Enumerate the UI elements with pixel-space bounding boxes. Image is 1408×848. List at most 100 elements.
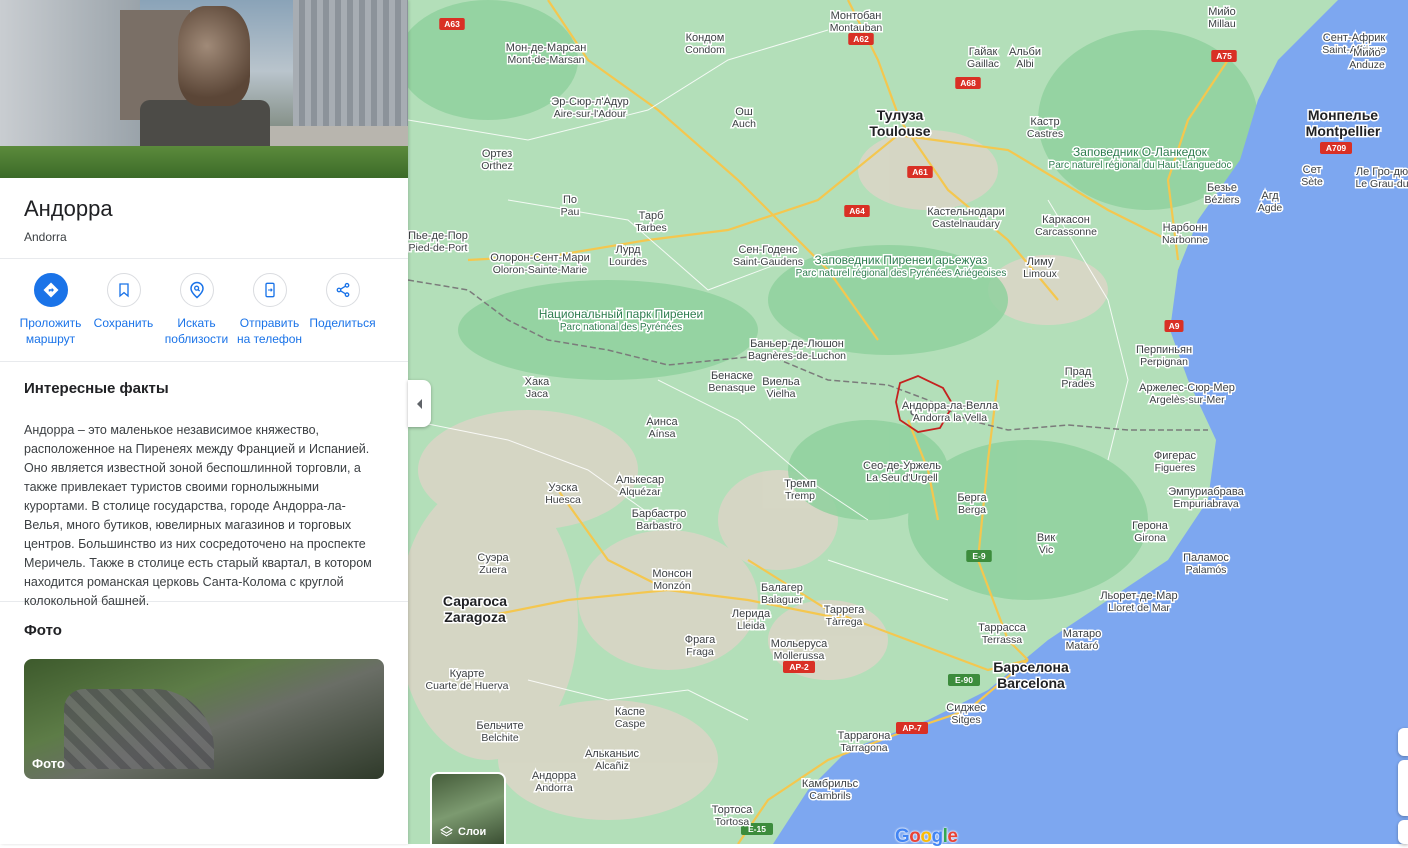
map-label-local: Mont-de-Marsan bbox=[507, 54, 584, 66]
place-hero-photo[interactable] bbox=[0, 0, 408, 178]
map-label-ru: Перпиньян bbox=[1136, 344, 1192, 356]
map-place-label: БарселонаBarcelona bbox=[992, 658, 1071, 693]
map-place-label: МатароMataró bbox=[1061, 627, 1102, 654]
map-label-local: Argelès-sur-Mer bbox=[1149, 394, 1225, 406]
map-place-label: КастрCastres bbox=[1025, 115, 1064, 142]
map-label-local: Vic bbox=[1039, 544, 1053, 556]
map-label-ru: Пье-де-Пор bbox=[408, 230, 468, 242]
hero-grass bbox=[0, 146, 408, 178]
map-label-ru: Андорра-ла-Велла bbox=[902, 400, 999, 412]
facts-heading: Интересные факты bbox=[24, 380, 169, 397]
map-label-local: Castres bbox=[1027, 128, 1063, 140]
map-label-ru: Лиму bbox=[1027, 256, 1054, 268]
map-place-label: БарбастроBarbastro bbox=[630, 507, 687, 534]
directions-button[interactable]: Проложить маршрут bbox=[14, 273, 87, 351]
map-label-local: Toulouse bbox=[869, 123, 930, 139]
map-place-label: КаспеCaspe bbox=[613, 705, 647, 732]
layers-label-row: Слои bbox=[440, 825, 486, 838]
map-label-local: Sète bbox=[1301, 176, 1323, 188]
map-label-local: Pied-de-Port bbox=[409, 242, 468, 254]
map-label-ru: Монсон bbox=[652, 568, 691, 580]
map-label-local: Sitges bbox=[951, 714, 980, 726]
map-place-label: ПоPau bbox=[559, 193, 581, 220]
map-place-label: Ле Гро-дюLe Grau-du bbox=[1354, 165, 1408, 192]
map-place-label: ТулузаToulouse bbox=[868, 106, 932, 141]
facts-section: Интересные факты Андорра – это маленькое… bbox=[0, 362, 408, 608]
map-label-local: Alcañiz bbox=[595, 760, 629, 772]
map-label-ru: Эр-Сюр-л'Адур bbox=[551, 96, 628, 108]
road-shield-text: A62 bbox=[853, 34, 869, 44]
chevron-left-icon bbox=[416, 398, 422, 409]
map-label-local: Millau bbox=[1208, 18, 1236, 30]
map-place-label: Баньер-де-ЛюшонBagnères-de-Luchon bbox=[746, 337, 847, 364]
map-svg: A63 A62 A68 A75 A709 A61 A64 A9 E-9 E-90 AP-2 AP-7 E… bbox=[408, 0, 1408, 844]
action-bar: Проложить маршрут Сохранить Искать побли… bbox=[0, 259, 408, 362]
map-label-ru: Лурд bbox=[615, 244, 641, 256]
map-canvas[interactable]: A63 A62 A68 A75 A709 A61 A64 A9 E-9 E-90 AP-2 AP-7 E… bbox=[408, 0, 1408, 844]
map-label-local: Le Grau-du bbox=[1355, 178, 1408, 190]
map-label-local: Mataró bbox=[1066, 640, 1099, 652]
map-label-local: Tarragona bbox=[840, 742, 887, 754]
map-place-label: ФигерасFigueres bbox=[1152, 449, 1198, 476]
map-label-local: Parc naturel régional du Haut-Languedoc bbox=[1049, 160, 1232, 171]
map-label-ru: Эмпуриабрава bbox=[1168, 486, 1244, 498]
map-place-label: КондомCondom bbox=[684, 31, 727, 58]
road-shield: A62 bbox=[848, 33, 874, 45]
save-button[interactable]: Сохранить bbox=[87, 273, 160, 351]
map-label-ru: Заповедник О-Ланкедок bbox=[1073, 145, 1208, 159]
map-place-label: Заповедник О-ЛанкедокParc naturel région… bbox=[1047, 144, 1233, 173]
road-shield-text: A9 bbox=[1169, 321, 1180, 331]
map-label-ru: Бенаске bbox=[711, 370, 753, 382]
map-label-ru: Лерида bbox=[732, 608, 771, 620]
map-label-ru: Каспе bbox=[615, 706, 645, 718]
map-label-ru: Герона bbox=[1132, 520, 1169, 532]
layers-button[interactable]: Слои bbox=[430, 772, 506, 844]
photo-card-label: Фото bbox=[32, 756, 65, 771]
map-label-local: Anduze bbox=[1349, 59, 1385, 71]
map-label-ru: Сео-де-Уржель bbox=[863, 460, 941, 472]
map-place-label: ВиельаVielha bbox=[761, 375, 802, 402]
map-label-local: Tortosa bbox=[715, 816, 750, 828]
map-label-local: Figueres bbox=[1155, 462, 1196, 474]
pegman-control[interactable] bbox=[1398, 820, 1408, 844]
map-place-label: МонсонMonzón bbox=[651, 567, 693, 594]
map-place-label: БергаBerga bbox=[956, 491, 989, 518]
map-place-label: БенаскеBenasque bbox=[707, 369, 757, 396]
map-place-label: Эр-Сюр-л'АдурAire-sur-l'Adour bbox=[550, 95, 630, 122]
map-label-local: Tarbes bbox=[635, 222, 667, 234]
map-label-ru: Тремп bbox=[784, 478, 816, 490]
map-place-label: СуэраZuera bbox=[476, 551, 511, 578]
map-label-local: Auch bbox=[732, 118, 756, 130]
map-label-ru: Тортоса bbox=[712, 804, 753, 816]
zoom-control[interactable] bbox=[1398, 760, 1408, 816]
map-place-label: ОртезOrthez bbox=[480, 147, 515, 174]
road-shield-text: AP-7 bbox=[902, 723, 922, 733]
map-place-label: Льорет-де-МарLloret de Mar bbox=[1099, 589, 1179, 616]
map-label-local: Huesca bbox=[545, 494, 581, 506]
layers-label: Слои bbox=[458, 825, 487, 838]
map-place-label: ЛимуLimoux bbox=[1022, 255, 1060, 282]
compass-control[interactable] bbox=[1398, 728, 1408, 756]
map-place-label: ОшAuch bbox=[731, 105, 758, 132]
map-label-ru: Фигерас bbox=[1154, 450, 1197, 462]
map-label-ru: Вик bbox=[1037, 532, 1055, 544]
map-label-ru: Сарагоса bbox=[443, 593, 507, 609]
map-label-ru: Ош bbox=[735, 106, 753, 118]
map-label-ru: Прад bbox=[1065, 366, 1092, 378]
map-label-ru: Сен-Годенс bbox=[738, 244, 798, 256]
map-place-label: СарагосаZaragoza bbox=[441, 592, 508, 627]
map-place-label: Сен-ГоденсSaint-Gaudens bbox=[731, 243, 804, 270]
map-place-label: ПаламосPalamós bbox=[1182, 551, 1231, 578]
map-label-local: Jaca bbox=[526, 388, 548, 400]
collapse-panel-button[interactable] bbox=[408, 380, 431, 427]
nearby-search-button[interactable]: Искать поблизости bbox=[160, 273, 233, 351]
map-label-local: Alquézar bbox=[619, 486, 661, 498]
map-label-local: Cambrils bbox=[809, 790, 850, 802]
map-label-local: Prades bbox=[1061, 378, 1094, 390]
map-label-ru: Балагер bbox=[761, 582, 803, 594]
map-label-local: Castelnaudary bbox=[932, 218, 1000, 230]
share-button[interactable]: Поделиться bbox=[306, 273, 379, 351]
photo-card[interactable]: Фото bbox=[24, 659, 384, 779]
hero-building-left bbox=[0, 0, 140, 150]
send-to-phone-button[interactable]: Отправить на телефон bbox=[233, 273, 306, 351]
